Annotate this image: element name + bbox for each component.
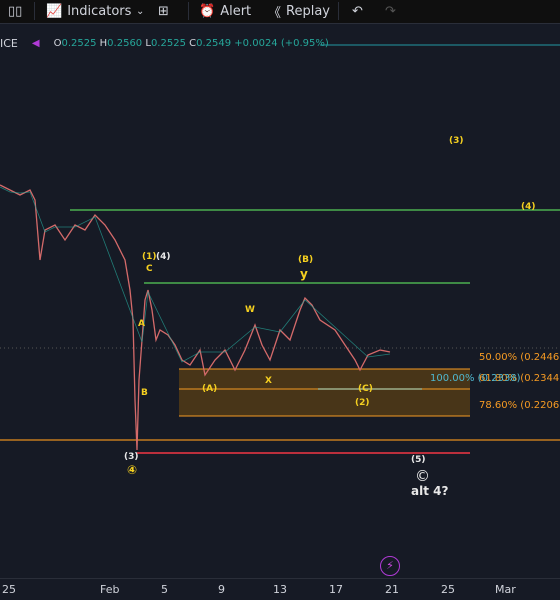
wave-label[interactable]: (B): [298, 255, 313, 265]
fib-label-50: 50.00% (0.2446): [479, 352, 560, 363]
wave-label[interactable]: (C): [358, 384, 373, 394]
redo-icon[interactable]: ↷: [385, 2, 396, 20]
top-toolbar: ▯▯ 📈 Indicators ⌄ ⊞ ⏰ Alert 《 Replay ↶ ↷: [0, 0, 560, 24]
wave-label[interactable]: W: [245, 305, 255, 315]
indicators-button[interactable]: 📈 Indicators: [46, 2, 131, 20]
alert-label: Alert: [220, 3, 252, 19]
replay-icon: 《: [268, 5, 282, 21]
price-chart[interactable]: [0, 26, 560, 578]
wave-label[interactable]: B: [141, 388, 148, 398]
wave-label[interactable]: (4): [156, 252, 171, 262]
wave-label[interactable]: C: [146, 264, 153, 274]
wave-label[interactable]: (4): [521, 202, 536, 212]
fib-label-786: 78.60% (0.2206): [479, 400, 560, 411]
time-tick: 21: [385, 583, 399, 596]
low-value: 0.2525: [150, 38, 186, 49]
indicators-label: Indicators: [67, 3, 132, 19]
lightning-icon[interactable]: ⚡: [380, 556, 400, 576]
alarm-icon: ⏰: [199, 3, 216, 19]
wave-label[interactable]: (1): [142, 252, 157, 262]
fib-zone[interactable]: [179, 369, 470, 416]
wave-label[interactable]: X: [265, 376, 272, 386]
replay-button[interactable]: 《 Replay: [268, 2, 330, 21]
time-tick: 9: [218, 583, 225, 596]
time-tick: 5: [161, 583, 168, 596]
high-value: 0.2560: [107, 38, 143, 49]
time-tick: 25: [441, 583, 455, 596]
wave-label[interactable]: ④: [127, 463, 137, 477]
close-label: C: [189, 38, 197, 49]
time-tick: Mar: [495, 583, 516, 596]
price-series-up: [0, 186, 391, 363]
fib-label-100: 100.00% (0.2338): [430, 373, 521, 384]
time-tick: 13: [273, 583, 287, 596]
wave-label[interactable]: A: [138, 319, 145, 329]
time-axis[interactable]: 25 Feb 5 9 13 17 21 25 Mar: [0, 578, 560, 600]
time-tick: 17: [329, 583, 343, 596]
close-value: 0.2549: [196, 38, 232, 49]
candles-icon[interactable]: ▯▯: [8, 2, 22, 20]
wave-label[interactable]: ©: [415, 467, 430, 485]
change-value: +0.0024 (+0.95%): [234, 38, 329, 49]
time-tick: 25: [2, 583, 16, 596]
replay-label: Replay: [286, 3, 330, 19]
alert-button[interactable]: ⏰ Alert: [199, 2, 251, 20]
symbol-name[interactable]: ICE: [0, 37, 18, 50]
wave-label[interactable]: (5): [411, 455, 426, 465]
high-label: H: [99, 38, 108, 49]
exchange-icon: ◀: [31, 38, 40, 49]
undo-icon[interactable]: ↶: [352, 2, 363, 20]
wave-label[interactable]: (A): [202, 384, 217, 394]
wave-label[interactable]: (3): [124, 452, 139, 462]
divider: [34, 2, 35, 20]
divider: [338, 2, 339, 20]
wave-label[interactable]: y: [300, 267, 308, 281]
ohlc-legend: ICE ◀ O 0.2525 H 0.2560 L 0.2525 C 0.2549 +0…: [0, 37, 329, 50]
wave-label[interactable]: alt 4?: [411, 484, 448, 498]
chevron-down-icon[interactable]: ⌄: [136, 2, 144, 20]
wave-label[interactable]: (3): [449, 136, 464, 146]
time-tick: Feb: [100, 583, 120, 596]
indicators-icon: 📈: [46, 3, 63, 19]
divider: [188, 2, 189, 20]
layout-grid-icon[interactable]: ⊞: [158, 2, 169, 20]
open-value: 0.2525: [61, 38, 97, 49]
open-label: O: [53, 38, 62, 49]
wave-label[interactable]: (2): [355, 398, 370, 408]
